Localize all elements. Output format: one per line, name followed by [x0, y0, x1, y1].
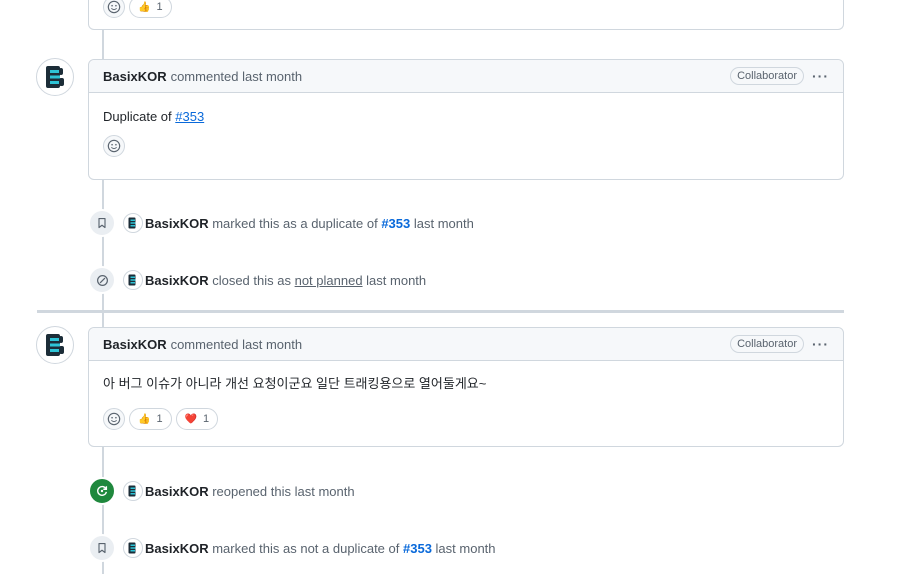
- event-icon: [88, 209, 116, 237]
- mini-avatar[interactable]: [123, 270, 143, 290]
- timeline-line: [102, 313, 104, 328]
- avatar[interactable]: [36, 58, 74, 96]
- add-reaction-button[interactable]: [103, 0, 125, 18]
- mini-avatar[interactable]: [123, 481, 143, 501]
- bookmark-icon: [98, 542, 106, 554]
- skip-circle-icon: [96, 274, 108, 286]
- basix-logo-icon: [128, 542, 136, 554]
- collaborator-badge: Collaborator: [730, 67, 804, 85]
- event-text: BasixKOR marked this as not a duplicate …: [145, 541, 496, 556]
- basix-logo-icon: [46, 334, 64, 356]
- event-description: marked this as not a duplicate of: [212, 540, 400, 556]
- basix-logo-icon: [46, 66, 64, 88]
- comment-header: BasixKOR commented last month Collaborat…: [89, 60, 843, 93]
- reaction-count: 1: [203, 413, 210, 425]
- smiley-icon: [107, 139, 121, 153]
- comment-body: 아 버그 이슈가 아니라 개선 요청이군요 일단 트래킹용으로 열어둘게요~: [89, 361, 843, 393]
- comment-timestamp[interactable]: commented last month: [171, 69, 303, 84]
- event-author[interactable]: BasixKOR: [145, 484, 209, 499]
- event-description: reopened this last month: [212, 483, 355, 499]
- mini-avatar[interactable]: [123, 538, 143, 558]
- event-timestamp[interactable]: last month: [436, 541, 496, 556]
- event-author[interactable]: BasixKOR: [145, 541, 209, 556]
- comment: BasixKOR commented last month Collaborat…: [88, 327, 844, 447]
- event-icon: [88, 266, 116, 294]
- mini-avatar[interactable]: [123, 213, 143, 233]
- comment-body: Duplicate of #353: [89, 93, 843, 126]
- avatar[interactable]: [36, 326, 74, 364]
- event-text: BasixKOR reopened this last month: [145, 484, 355, 499]
- event-icon: [88, 477, 116, 505]
- issue-link[interactable]: #353: [381, 216, 410, 231]
- add-reaction-button[interactable]: [103, 408, 125, 430]
- event-description: marked this as a duplicate of: [212, 215, 378, 231]
- reaction-count: 1: [156, 1, 163, 13]
- reaction-heart[interactable]: ❤️ 1: [175, 408, 219, 430]
- bookmark-icon: [98, 217, 106, 229]
- comment-text: 아 버그 이슈가 아니라 개선 요청이군요 일단 트래킹용으로 열어둘게요~: [103, 376, 487, 391]
- timeline-line: [102, 30, 104, 60]
- event-text: BasixKOR closed this as not planned last…: [145, 273, 426, 288]
- reaction-thumbs-up[interactable]: 👍 1: [129, 408, 172, 430]
- basix-logo-icon: [128, 485, 136, 497]
- timeline-event-duplicate: BasixKOR marked this as a duplicate of #…: [88, 209, 474, 237]
- comment-text: Duplicate of: [103, 109, 176, 124]
- event-timestamp[interactable]: last month: [414, 216, 474, 231]
- timeline-divider: [37, 310, 844, 313]
- issue-link[interactable]: #353: [403, 541, 432, 556]
- event-author[interactable]: BasixKOR: [145, 273, 209, 288]
- event-timestamp[interactable]: last month: [366, 273, 426, 288]
- timeline-event-closed: BasixKOR closed this as not planned last…: [88, 266, 426, 294]
- thumbs-up-icon: 👍: [138, 413, 151, 425]
- event-author[interactable]: BasixKOR: [145, 216, 209, 231]
- event-description: closed this as: [212, 272, 291, 288]
- smiley-icon: [107, 412, 121, 426]
- reactions-bar: 👍 1: [89, 0, 186, 32]
- collaborator-badge: Collaborator: [730, 335, 804, 353]
- heart-icon: ❤️: [184, 413, 198, 425]
- close-reason: not planned: [294, 272, 363, 288]
- comment-header: BasixKOR commented last month Collaborat…: [89, 328, 843, 361]
- basix-logo-icon: [128, 274, 136, 286]
- comment-author[interactable]: BasixKOR: [103, 337, 167, 352]
- timeline-event-reopened: BasixKOR reopened this last month: [88, 477, 355, 505]
- smiley-icon: [107, 0, 121, 14]
- more-options-button[interactable]: ···: [812, 68, 829, 84]
- issue-link[interactable]: #353: [175, 109, 204, 124]
- reactions-bar: 👍 1 ❤️ 1: [89, 393, 843, 442]
- previous-comment: 👍 1: [88, 0, 844, 30]
- comment-timestamp[interactable]: commented last month: [171, 337, 303, 352]
- reaction-count: 1: [156, 413, 163, 425]
- timeline-event-not-duplicate: BasixKOR marked this as not a duplicate …: [88, 534, 496, 562]
- reactions-bar: [89, 126, 843, 169]
- reopen-icon: [97, 485, 108, 496]
- event-text: BasixKOR marked this as a duplicate of #…: [145, 216, 474, 231]
- comment: BasixKOR commented last month Collaborat…: [88, 59, 844, 180]
- comment-author[interactable]: BasixKOR: [103, 69, 167, 84]
- add-reaction-button[interactable]: [103, 135, 125, 157]
- more-options-button[interactable]: ···: [812, 336, 829, 352]
- thumbs-up-icon: 👍: [138, 1, 151, 13]
- basix-logo-icon: [128, 217, 136, 229]
- event-icon: [88, 534, 116, 562]
- reaction-thumbs-up[interactable]: 👍 1: [129, 0, 172, 18]
